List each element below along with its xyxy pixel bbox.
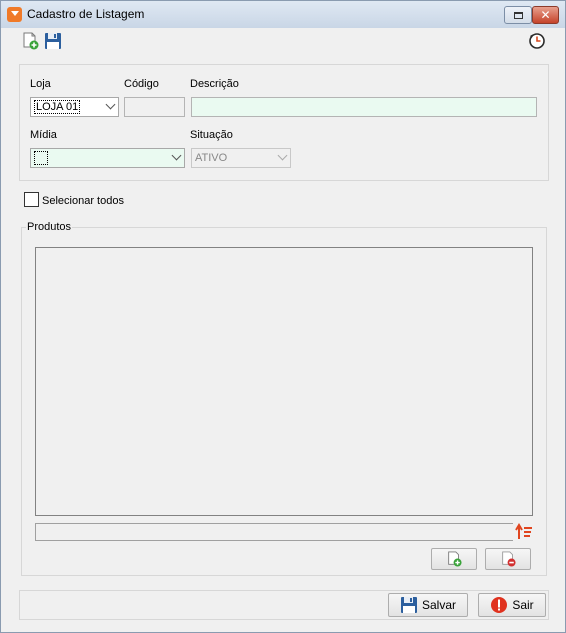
situacao-label: Situação (190, 129, 233, 141)
chevron-down-icon (105, 99, 116, 110)
save-icon (400, 597, 417, 613)
close-icon: ✕ (540, 8, 551, 22)
new-document-icon[interactable] (21, 32, 39, 50)
situacao-value: ATIVO (195, 152, 228, 164)
midia-select[interactable] (30, 148, 185, 168)
add-document-icon (448, 551, 462, 567)
produtos-list[interactable] (35, 247, 533, 516)
codigo-label: Código (124, 78, 159, 90)
save-button-label: Salvar (421, 598, 456, 612)
select-all-label[interactable]: Selecionar todos (42, 195, 124, 207)
remove-document-icon (502, 551, 516, 567)
chevron-down-icon (277, 150, 288, 161)
restore-button[interactable] (504, 6, 532, 24)
save-icon[interactable] (44, 32, 62, 50)
loja-select[interactable]: LOJA 01 (30, 97, 119, 117)
save-button[interactable]: Salvar (388, 593, 468, 617)
chevron-down-icon (171, 150, 182, 161)
loja-label: Loja (30, 78, 51, 90)
descricao-field[interactable] (191, 97, 537, 117)
midia-value (34, 151, 48, 165)
remove-product-button[interactable] (485, 548, 531, 570)
midia-label: Mídia (30, 129, 57, 141)
exit-button-label: Sair (512, 598, 534, 612)
app-menu-icon[interactable] (7, 7, 22, 22)
situacao-select[interactable]: ATIVO (191, 148, 291, 168)
sort-icon[interactable] (515, 523, 533, 541)
footer-bar (19, 590, 549, 620)
window-title: Cadastro de Listagem (27, 7, 145, 21)
descricao-label: Descrição (190, 78, 239, 90)
title-bar[interactable]: Cadastro de Listagem ✕ (1, 1, 565, 28)
close-button[interactable]: ✕ (532, 6, 559, 24)
add-product-button[interactable] (431, 548, 477, 570)
exit-button[interactable]: Sair (478, 593, 546, 617)
codigo-field[interactable] (124, 97, 185, 117)
main-window: Cadastro de Listagem ✕ Loja LOJA 01 Códi… (0, 0, 566, 633)
exit-icon (491, 597, 508, 613)
loja-value: LOJA 01 (34, 100, 81, 114)
produtos-label: Produtos (26, 221, 73, 233)
restore-icon (513, 11, 523, 19)
select-all-checkbox[interactable] (24, 192, 39, 207)
history-icon[interactable] (528, 32, 546, 50)
produtos-filter-bar[interactable] (35, 523, 513, 541)
